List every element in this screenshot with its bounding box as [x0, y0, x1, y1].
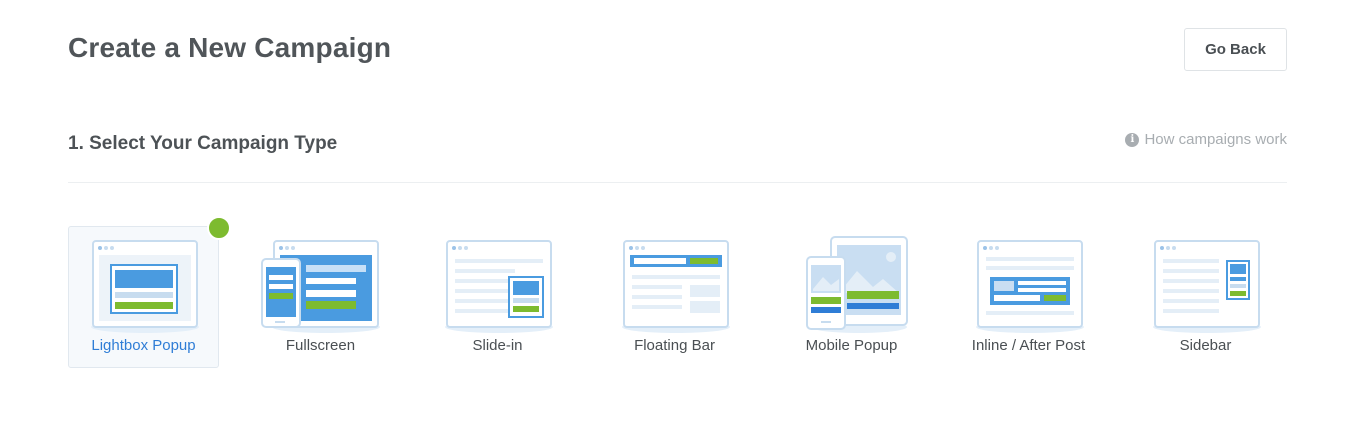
- campaign-type-label: Sidebar: [1179, 337, 1232, 354]
- sidebar-illustration: [1153, 240, 1261, 333]
- campaign-type-mobile-popup[interactable]: Mobile Popup: [776, 226, 927, 368]
- page-title: Create a New Campaign: [68, 32, 392, 63]
- campaign-type-fullscreen[interactable]: Fullscreen: [245, 226, 396, 368]
- how-campaigns-work-label: How campaigns work: [1144, 131, 1287, 148]
- floating-bar-illustration: [622, 240, 730, 333]
- slide-in-illustration: [445, 240, 553, 333]
- campaign-type-label: Fullscreen: [285, 337, 356, 354]
- campaign-type-sidebar[interactable]: Sidebar: [1130, 226, 1281, 368]
- info-icon: i: [1125, 132, 1140, 147]
- inline-after-post-illustration: [976, 240, 1084, 333]
- selected-check-icon: [207, 216, 246, 242]
- section-divider: [68, 182, 1287, 183]
- campaign-type-label: Lightbox Popup: [91, 337, 196, 354]
- campaign-type-floating-bar[interactable]: Floating Bar: [599, 226, 750, 368]
- section-title: 1. Select Your Campaign Type: [68, 133, 338, 154]
- campaign-type-label: Slide-in: [472, 337, 523, 354]
- campaign-type-label: Mobile Popup: [805, 337, 898, 354]
- campaign-type-inline-after-post[interactable]: Inline / After Post: [953, 226, 1104, 368]
- campaign-type-lightbox-popup[interactable]: Lightbox Popup: [68, 216, 246, 368]
- campaign-type-label: Floating Bar: [634, 337, 715, 354]
- campaign-type-slide-in[interactable]: Slide-in: [422, 226, 573, 368]
- lightbox-popup-illustration: [91, 240, 199, 333]
- go-back-button[interactable]: Go Back: [1184, 28, 1287, 71]
- fullscreen-illustration: [261, 240, 380, 333]
- campaign-type-label: Inline / After Post: [971, 337, 1086, 354]
- campaign-type-list: Lightbox Popup Fullscreen Slide-in Float…: [68, 216, 1287, 368]
- how-campaigns-work-link[interactable]: i How campaigns work: [1125, 131, 1287, 148]
- mobile-popup-illustration: [806, 236, 908, 333]
